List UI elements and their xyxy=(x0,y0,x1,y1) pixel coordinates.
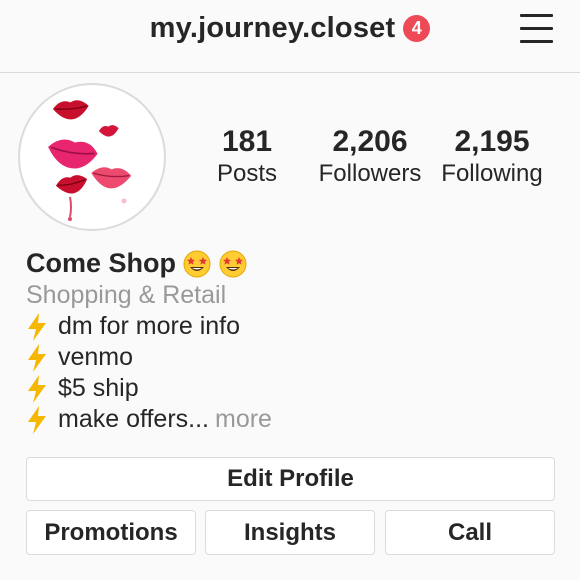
profile-avatar[interactable] xyxy=(18,83,166,231)
bio-line-text: $5 ship xyxy=(58,374,139,402)
edit-profile-button[interactable]: Edit Profile xyxy=(26,457,555,501)
lightning-bolt-icon xyxy=(28,343,46,372)
posts-label: Posts xyxy=(216,160,278,187)
profile-bio: Come Shop Shopping & Retail dm for more … xyxy=(26,247,566,435)
insights-button[interactable]: Insights xyxy=(205,510,375,555)
followers-stat[interactable]: 2,206 Followers xyxy=(315,125,425,189)
bio-line: $5 ship xyxy=(26,373,566,404)
bio-name-row: Come Shop xyxy=(26,247,566,280)
following-label: Following xyxy=(441,160,543,187)
notification-badge[interactable]: 4 xyxy=(403,15,431,42)
posts-stat[interactable]: 181 Posts xyxy=(202,125,292,189)
bio-line-text: venmo xyxy=(58,343,134,371)
bio-more-link[interactable]: more xyxy=(215,404,272,435)
bio-line: dm for more info xyxy=(26,311,566,342)
bio-line-text: make offers... xyxy=(58,405,209,433)
lightning-bolt-icon xyxy=(28,312,46,341)
star-struck-emoji-icon xyxy=(219,250,247,277)
following-stat[interactable]: 2,195 Following xyxy=(437,125,547,189)
followers-count: 2,206 xyxy=(332,125,408,158)
username-title[interactable]: my.journey.closet 4 xyxy=(0,12,580,45)
business-category: Shopping & Retail xyxy=(26,281,227,309)
call-button[interactable]: Call xyxy=(385,510,555,555)
following-count: 2,195 xyxy=(454,125,530,158)
lips-illustration-icon xyxy=(48,100,132,221)
hamburger-menu-icon[interactable] xyxy=(520,14,553,44)
username-text: my.journey.closet xyxy=(149,12,396,44)
top-nav-bar: my.journey.closet 4 xyxy=(0,0,580,73)
bio-line: make offers... more xyxy=(26,404,566,435)
display-name: Come Shop xyxy=(26,248,177,278)
lightning-bolt-icon xyxy=(28,405,46,434)
bio-line-text: dm for more info xyxy=(58,312,241,340)
star-struck-emoji-icon xyxy=(183,250,211,277)
promotions-button[interactable]: Promotions xyxy=(26,510,196,555)
lightning-bolt-icon xyxy=(28,374,46,403)
followers-label: Followers xyxy=(318,160,422,187)
bio-line: venmo xyxy=(26,342,566,373)
posts-count: 181 xyxy=(221,125,273,158)
